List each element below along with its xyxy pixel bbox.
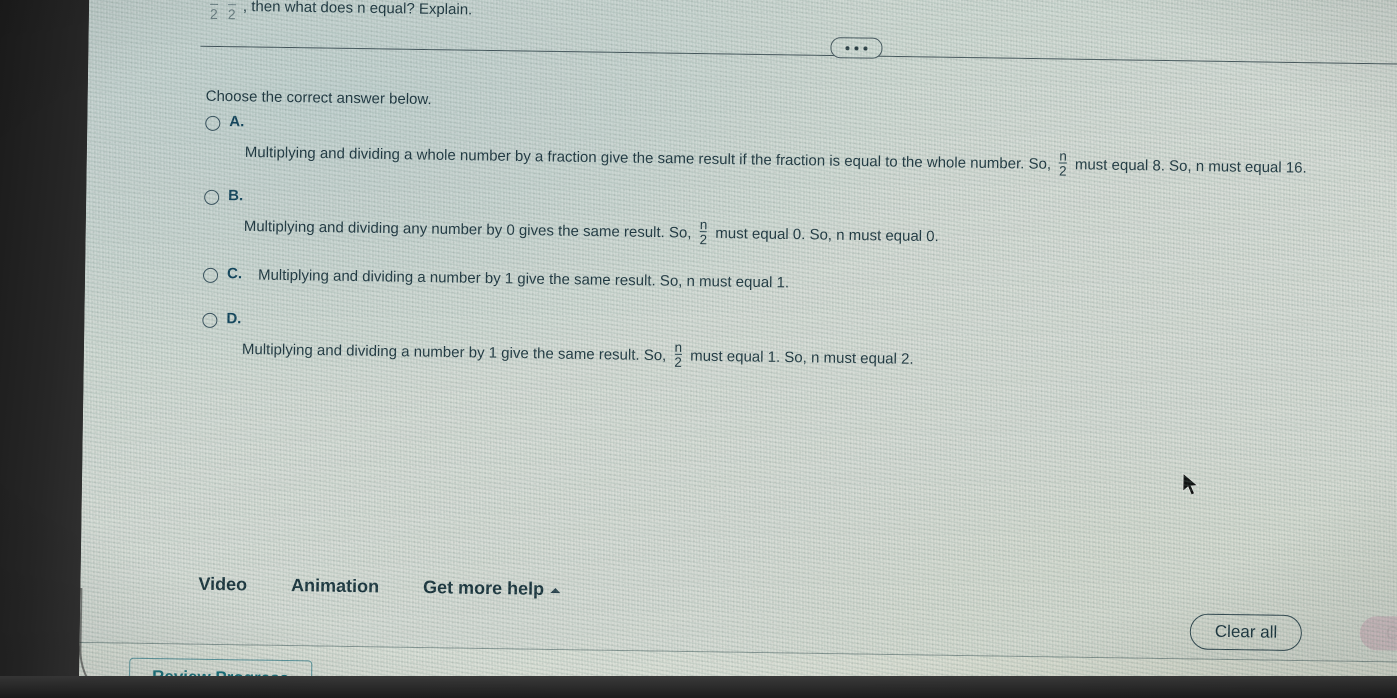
get-more-help-link[interactable]: Get more help xyxy=(422,577,561,600)
answer-option-a[interactable]: A. Multiplying and dividing a whole numb… xyxy=(205,113,1396,185)
option-a-denominator: 2 xyxy=(1059,162,1067,179)
radio-button-b[interactable] xyxy=(204,189,220,205)
radio-button-a[interactable] xyxy=(205,115,221,131)
page-content: 2 2 , then what does n equal? Explain. C… xyxy=(78,0,1397,698)
monitor-bezel-left xyxy=(0,0,90,698)
option-a-numerator: n xyxy=(1059,148,1067,164)
answer-option-d[interactable]: D. Multiplying and dividing a number by … xyxy=(202,310,1393,382)
choose-answer-prompt: Choose the correct answer below. xyxy=(205,87,432,109)
stem-tail-text: , then what does n equal? Explain. xyxy=(242,0,473,19)
video-link[interactable]: Video xyxy=(198,574,247,596)
option-a-part2: must equal 8. So, n must equal 16. xyxy=(1074,156,1307,177)
helper-links: Video Animation Get more help xyxy=(198,574,561,600)
answer-option-c[interactable]: C. Multiplying and dividing a number by … xyxy=(202,265,1393,302)
option-a-fraction: n 2 xyxy=(1059,148,1067,179)
option-letter-c: C. xyxy=(226,265,243,283)
radio-button-c[interactable] xyxy=(202,267,219,283)
mouse-pointer-icon xyxy=(1182,472,1199,496)
check-answer-button[interactable]: Che xyxy=(1359,615,1397,652)
option-text-c: Multiplying and dividing a number by 1 g… xyxy=(257,266,790,292)
dot-3-icon xyxy=(863,46,868,51)
radio-button-d[interactable] xyxy=(202,312,218,328)
dot-1-icon xyxy=(845,45,850,50)
stem-right-denominator: 2 xyxy=(227,3,236,22)
dot-2-icon xyxy=(854,45,859,50)
collapse-toggle-dots-icon[interactable] xyxy=(830,37,883,59)
option-b-numerator: n xyxy=(699,217,708,233)
option-d-fraction: n 2 xyxy=(674,339,683,370)
stem-fraction-left: 2 xyxy=(207,0,225,22)
answer-option-b[interactable]: B. Multiplying and dividing any number b… xyxy=(204,187,1395,259)
option-d-part2: must equal 1. So, n must equal 2. xyxy=(690,347,914,368)
get-more-help-label: Get more help xyxy=(422,577,545,599)
monitor-bezel-bottom xyxy=(0,676,1397,698)
caret-up-icon xyxy=(550,587,561,594)
option-letter-d: D. xyxy=(226,310,242,328)
stem-left-denominator: 2 xyxy=(209,3,218,22)
option-b-part1: Multiplying and dividing any number by 0… xyxy=(243,217,692,242)
option-d-part1: Multiplying and dividing a number by 1 g… xyxy=(241,340,667,365)
option-b-part2: must equal 0. So, n must equal 0. xyxy=(715,224,939,246)
option-d-numerator: n xyxy=(674,339,683,355)
option-b-denominator: 2 xyxy=(699,230,708,247)
stem-fraction-right: 2 xyxy=(225,0,243,22)
question-stem: 2 2 , then what does n equal? Explain. xyxy=(207,0,907,32)
section-divider xyxy=(200,45,1397,66)
animation-link[interactable]: Animation xyxy=(291,575,379,597)
option-letter-a: A. xyxy=(229,113,245,131)
option-letter-b: B. xyxy=(228,187,244,205)
option-a-part1: Multiplying and dividing a whole number … xyxy=(244,143,1052,173)
option-d-denominator: 2 xyxy=(674,353,683,370)
option-b-fraction: n 2 xyxy=(699,217,708,247)
monitor-screen: 2 2 , then what does n equal? Explain. C… xyxy=(78,0,1397,698)
clear-all-button[interactable]: Clear all xyxy=(1189,613,1303,652)
photo-of-monitor: 2 2 , then what does n equal? Explain. C… xyxy=(0,0,1397,698)
